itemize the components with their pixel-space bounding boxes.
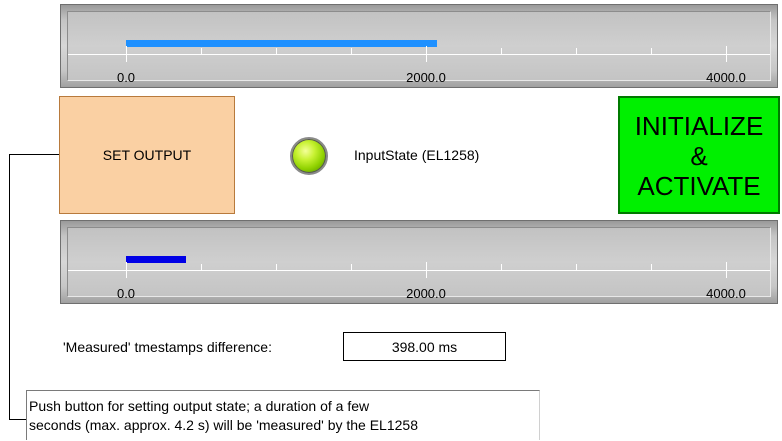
timestamp-difference-label: 'Measured' tmestamps difference: [63,339,272,355]
gauge-tick [351,48,352,54]
timestamp-difference-text: 398.00 ms [391,338,458,355]
gauge-tick [501,48,502,54]
top-gauge-label-min: 0.0 [116,70,136,85]
bottom-bar-gauge-fill [126,256,186,263]
gauge-tick [726,262,727,278]
gauge-tick [726,46,727,62]
top-bar-gauge-track: 0.0 2000.0 4000.0 [67,11,771,85]
top-gauge-label-mid: 2000.0 [406,70,446,85]
initialize-activate-button[interactable]: INITIALIZE & ACTIVATE [618,96,780,214]
gauge-tick [126,46,127,62]
gauge-tick [576,48,577,54]
gauge-tick [576,264,577,270]
bottom-bar-gauge-track: 0.0 2000.0 4000.0 [67,227,771,301]
set-output-label: SET OUTPUT [102,147,192,163]
ampersand-label: & [690,141,708,171]
activate-label: ACTIVATE [637,171,761,201]
connector-line [9,154,59,155]
gauge-tick [201,264,202,270]
initialize-label: INITIALIZE [634,111,764,141]
top-bar-gauge-fill [126,40,437,47]
timestamp-difference-value: 398.00 ms [343,332,506,361]
bottom-gauge-label-max: 4000.0 [706,286,746,301]
comment-line-1: Push button for setting output state; a … [29,398,370,414]
gauge-tick [501,264,502,270]
gauge-tick [351,264,352,270]
gauge-tick [276,48,277,54]
bottom-bar-gauge: 0.0 2000.0 4000.0 [60,220,778,304]
gauge-tick [201,48,202,54]
set-output-button[interactable]: SET OUTPUT [59,96,235,214]
top-gauge-label-max: 4000.0 [706,70,746,85]
input-state-led-icon [290,137,328,175]
gauge-tick [126,262,127,278]
gauge-tick [426,262,427,278]
gauge-tick [651,48,652,54]
input-state-label: InputState (EL1258) [354,147,480,163]
top-bar-gauge-scale [68,54,770,55]
gauge-tick [276,264,277,270]
bottom-gauge-label-mid: 2000.0 [406,286,446,301]
gauge-tick [651,264,652,270]
bottom-bar-gauge-scale [68,270,770,271]
connector-line [9,419,26,420]
comment-box: Push button for setting output state; a … [26,390,540,440]
top-bar-gauge: 0.0 2000.0 4000.0 [60,4,778,88]
gauge-tick [426,46,427,62]
bottom-gauge-label-min: 0.0 [116,286,136,301]
connector-line [9,154,10,419]
comment-line-2: seconds (max. approx. 4.2 s) will be 'me… [29,417,418,433]
